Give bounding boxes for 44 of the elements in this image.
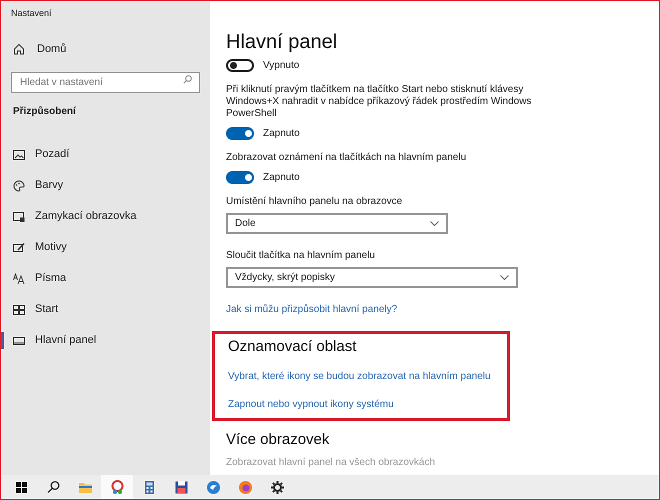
setting-label: Umístění hlavního panelu na obrazovce <box>226 196 404 208</box>
setting-label: Zobrazovat hlavní panel na všech obrazovkách <box>226 456 436 470</box>
tiles-icon <box>13 304 25 316</box>
toggle-switch[interactable] <box>226 126 254 140</box>
setting-label: Zobrazovat oznámení na tlačítkách na hlavním panelu <box>226 152 468 164</box>
toggle-switch[interactable] <box>226 170 254 184</box>
section-heading: Více obrazovek <box>226 430 330 450</box>
lock-screen-icon <box>13 210 25 222</box>
setting-label: Sloučit tlačítka na hlavním panelu <box>226 250 376 262</box>
bird-circle-icon <box>204 478 222 496</box>
paint-palette-icon <box>108 478 126 496</box>
sidebar-item[interactable]: Start <box>1 294 210 325</box>
help-link[interactable]: Jak si můžu přizpůsobit hlavní panely? <box>226 302 398 317</box>
palette-icon <box>13 180 25 192</box>
taskbar-icon <box>13 334 25 346</box>
page-title: Hlavní panel <box>226 31 338 53</box>
section-heading: Oznamovací oblast <box>228 337 358 357</box>
settings-link[interactable]: Zapnout nebo vypnout ikony systému <box>228 396 394 412</box>
dropdown-field[interactable]: Vždycky, skrýt popisky <box>226 267 518 288</box>
chevron-down-icon <box>500 274 509 280</box>
toggle-state-label: Zapnuto <box>263 170 300 184</box>
gear-icon <box>268 478 286 496</box>
section-heading: Přizpůsobení <box>12 105 77 119</box>
picture-icon <box>13 148 25 160</box>
brush-icon <box>13 242 25 254</box>
toggle-switch[interactable] <box>226 58 254 72</box>
sidebar-item[interactable]: Zamykací obrazovka <box>1 201 210 232</box>
font-icon <box>13 272 25 284</box>
sidebar-item[interactable]: Motivy <box>1 232 210 263</box>
browser-globe-icon <box>236 478 254 496</box>
sidebar-item[interactable]: Pozadí <box>1 139 210 170</box>
home-link[interactable]: Domů <box>37 40 66 58</box>
sidebar-item[interactable]: Barvy <box>1 170 210 201</box>
setting-label: Při kliknutí pravým tlačítkem na tlačítko Start nebo stisknutí klávesy Windows+X nahradit v nabídce příkazový řádek prostředím Windows PowerShell <box>226 84 532 120</box>
dropdown-field[interactable]: Dole <box>226 213 448 234</box>
chevron-down-icon <box>430 220 439 226</box>
toggle-state-label: Zapnuto <box>263 126 300 140</box>
search-field[interactable]: Hledat v nastavení <box>11 72 200 93</box>
home-icon <box>13 43 25 55</box>
search-icon <box>183 75 192 84</box>
window-title: Nastavení <box>10 7 53 20</box>
settings-link[interactable]: Vybrat, které ikony se budou zobrazovat na hlavním panelu <box>228 368 491 384</box>
sidebar-item[interactable]: Písma <box>1 263 210 294</box>
toggle-state-label: Vypnuto <box>263 58 300 72</box>
